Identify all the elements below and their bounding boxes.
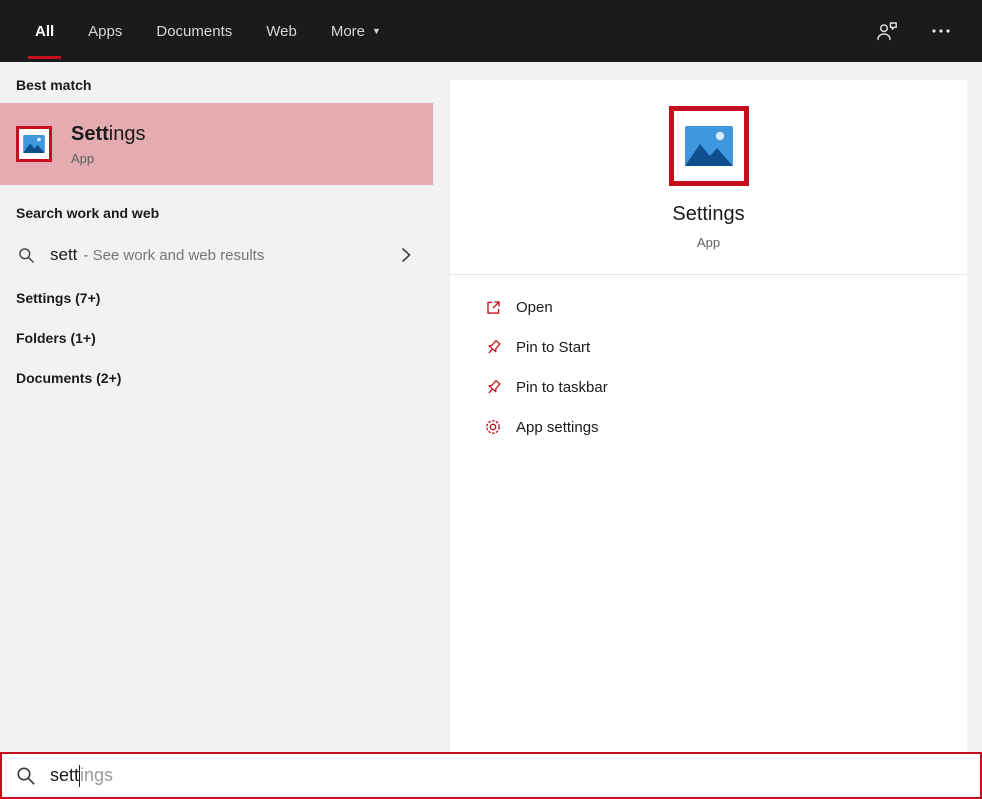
action-open[interactable]: Open — [450, 287, 967, 327]
group-folders[interactable]: Folders (1+) — [0, 318, 433, 358]
group-folders-label: Folders (1+) — [16, 330, 96, 346]
action-open-label: Open — [516, 298, 553, 316]
search-results-area: Best match Settings App Search work and … — [0, 62, 982, 752]
topbar-icons — [874, 0, 954, 62]
search-filter-bar: All Apps Documents Web More ▼ — [0, 0, 982, 62]
action-pin-start-label: Pin to Start — [516, 338, 591, 356]
pin-icon — [484, 378, 502, 396]
action-list: Open Pin to Start Pin to taskbar App set… — [450, 275, 967, 447]
result-title-match: Sett — [71, 123, 109, 145]
chevron-down-icon: ▼ — [372, 25, 381, 36]
tab-apps-label: Apps — [88, 22, 123, 40]
action-pin-taskbar-label: Pin to taskbar — [516, 378, 608, 396]
action-pin-to-start[interactable]: Pin to Start — [450, 327, 967, 367]
app-type: App — [696, 235, 721, 250]
best-match-result[interactable]: Settings App — [0, 103, 433, 185]
filter-tabs: All Apps Documents Web More ▼ — [27, 0, 407, 62]
action-pin-to-taskbar[interactable]: Pin to taskbar — [450, 367, 967, 407]
tab-web-label: Web — [266, 22, 297, 40]
tab-more-label: More — [330, 22, 366, 40]
tab-documents-label: Documents — [156, 22, 233, 40]
group-documents[interactable]: Documents (2+) — [0, 358, 433, 398]
tab-documents[interactable]: Documents — [148, 0, 240, 62]
search-box[interactable]: sett ings — [0, 752, 982, 799]
suggestion-hint: - See work and web results — [83, 246, 265, 264]
preview-card: Settings App Open Pin to Start Pin to ta… — [450, 80, 967, 752]
result-type: App — [71, 151, 95, 166]
best-match-text: Settings App — [71, 122, 146, 166]
settings-app-icon-large — [668, 106, 749, 186]
pin-icon — [484, 338, 502, 356]
group-settings[interactable]: Settings (7+) — [0, 278, 433, 318]
open-icon — [484, 298, 502, 316]
preview-panel: Settings App Open Pin to Start Pin to ta… — [433, 62, 982, 752]
app-name: Settings — [672, 203, 745, 225]
search-web-header: Search work and web — [16, 205, 160, 221]
more-options-icon[interactable] — [928, 19, 954, 43]
group-documents-label: Documents (2+) — [16, 370, 122, 386]
tab-all[interactable]: All — [27, 0, 62, 62]
tab-web[interactable]: Web — [258, 0, 305, 62]
search-input-text: sett — [50, 765, 80, 785]
search-icon — [18, 247, 35, 264]
action-app-settings-label: App settings — [516, 418, 599, 436]
web-suggestion-row[interactable]: sett - See work and web results — [0, 232, 433, 278]
action-app-settings[interactable]: App settings — [450, 407, 967, 447]
tab-more[interactable]: More ▼ — [323, 0, 389, 62]
chevron-right-icon[interactable] — [397, 243, 415, 267]
best-match-header: Best match — [16, 77, 92, 93]
suggestion-query: sett — [50, 245, 78, 264]
settings-app-icon — [16, 126, 52, 162]
search-icon — [16, 766, 36, 786]
result-title-rest: ings — [108, 123, 146, 145]
result-title: Settings — [71, 122, 146, 146]
tab-apps[interactable]: Apps — [80, 0, 130, 62]
start-search-window: All Apps Documents Web More ▼ Best match… — [0, 0, 982, 799]
results-panel: Best match Settings App Search work and … — [0, 62, 433, 752]
feedback-icon[interactable] — [874, 19, 900, 43]
search-autocomplete-text: ings — [80, 765, 114, 785]
gear-icon — [484, 418, 502, 436]
group-settings-label: Settings (7+) — [16, 290, 101, 306]
tab-all-label: All — [35, 22, 55, 40]
